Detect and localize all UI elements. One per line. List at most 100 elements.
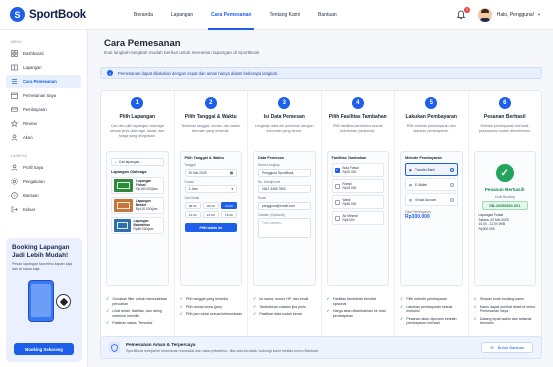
brand[interactable]: S SportBook	[10, 7, 108, 22]
sidebar-item-review[interactable]: Review	[6, 117, 81, 130]
success-text: Pesanan Berhasil!	[484, 187, 525, 192]
payment-method-option[interactable]: ▥ Virtual Account	[405, 193, 458, 206]
field-card[interactable]: Lapangan Futsal Rp150.000/jam	[111, 176, 164, 194]
detail-price: Rp300.000	[478, 226, 495, 231]
booking-now-button[interactable]: Booking Sekarang	[14, 343, 74, 355]
field-name: Lapangan Basket	[135, 199, 151, 207]
list-item: ✓ Pastikan data sudah benar	[253, 311, 303, 317]
sidebar-item-pemesanan-saya[interactable]: Pemesanan Saya	[6, 89, 81, 102]
gear-icon	[11, 178, 18, 185]
sidebar-item-akun[interactable]: Akun	[6, 131, 81, 144]
sidebar-item-dashboard[interactable]: Dashboard	[6, 47, 81, 60]
search-icon: ⌕	[115, 159, 117, 164]
facility-option[interactable]: Wasit Rp50.000	[331, 195, 384, 209]
sidebar-item-profil[interactable]: Profil Saya	[6, 161, 81, 174]
wallet-icon: ▤	[409, 182, 413, 187]
virtual-account-icon: ▥	[409, 197, 413, 202]
date-field[interactable]: 20 Mei 2025 ▦	[184, 168, 237, 177]
list-item: ✓ Pilih metode pembayaran	[400, 296, 448, 301]
main-content: Cara Pemesanan Ikuti langkah-langkah mud…	[88, 30, 553, 367]
field-icon	[11, 64, 18, 71]
email-field[interactable]: pengguna@email.com	[258, 201, 311, 210]
name-field[interactable]: Pengguna SportBook	[258, 168, 311, 177]
field-name: Lapangan Badminton	[133, 219, 151, 227]
mock-facilities: Fasilitas Tambahan ✓ Bola Futsal Rp20.000 …	[326, 151, 389, 286]
step-5: 5 Lakukan Pembayaran Pilih metode pembay…	[395, 91, 469, 354]
nav-cara-pemesanan[interactable]: Cara Pemesanan	[202, 0, 260, 30]
sidebar-item-label: Bantuan	[23, 193, 39, 198]
step-4: 4 Pilih Fasilitas Tambahan Pilih fasilit…	[322, 91, 395, 354]
phone-illustration-icon	[28, 280, 54, 322]
check-icon: ✓	[400, 296, 404, 301]
star-icon	[11, 120, 18, 127]
payment-method-option[interactable]: ▣ Transfer Bank	[405, 163, 458, 176]
sidebar-item-cara-pemesanan[interactable]: Cara Pemesanan	[6, 75, 81, 88]
notification-badge: 3	[463, 6, 470, 13]
nav-beranda[interactable]: Beranda	[125, 0, 162, 30]
booking-detail: Lapangan Futsal Selasa, 20 Mei 2025 10.0…	[479, 213, 532, 231]
facility-option[interactable]: Rompi Rp15.000	[331, 179, 384, 193]
time-slot-selected[interactable]: 10.00	[220, 202, 237, 209]
list-item: ✓ Pilih durasi sewa (jam)	[179, 303, 223, 309]
list-item: ✓ Harga akan ditambahkan ke total pembaya…	[326, 308, 386, 318]
sidebar-item-pembayaran[interactable]: Pembayaran	[6, 103, 81, 116]
list-item: ✓ Gunakan filter untuk memudahkan pencari…	[106, 296, 168, 306]
sidebar-item-bantuan[interactable]: ? Bantuan	[6, 189, 81, 202]
top-header: S SportBook Beranda Lapangan Cara Pemesa…	[0, 0, 553, 30]
facility-option[interactable]: ✓ Bola Futsal Rp20.000	[331, 163, 384, 177]
radio-icon	[449, 182, 454, 187]
list-item: ✓ Isi nama, nomor HP, dan email	[253, 296, 309, 301]
help-icon: ?	[11, 192, 18, 199]
avatar[interactable]	[477, 7, 492, 22]
sidebar-item-label: Dashboard	[23, 51, 44, 56]
nav-tentang-kami[interactable]: Tentang Kami	[260, 0, 309, 30]
facility-option[interactable]: Air Mineral Rp5.000	[331, 211, 384, 225]
list-item: ✓ Pilih tanggal yang tersedia	[179, 296, 229, 301]
booking-code: SB-20250520-001	[481, 201, 528, 210]
sidebar-item-pengaturan[interactable]: Pengaturan	[6, 175, 81, 188]
notification-bell-icon[interactable]: 3	[456, 6, 470, 20]
app: S SportBook Beranda Lapangan Cara Pemesa…	[0, 0, 553, 367]
chevron-down-icon: ▾	[231, 187, 233, 191]
time-slot[interactable]: 09.00	[202, 202, 219, 209]
radio-icon	[449, 197, 454, 202]
time-slot[interactable]: 08.00	[184, 202, 201, 209]
step-number: 1	[131, 97, 144, 109]
sidebar-item-label: Pemesanan Saya	[23, 93, 57, 98]
duration-select[interactable]: 2 Jam ▾	[184, 185, 237, 193]
check-icon: ✓	[400, 303, 404, 309]
sidebar-group-menu: MENU	[11, 40, 22, 44]
field-card[interactable]: Lapangan Basket Rp120.000/jam	[111, 196, 164, 214]
nav-lapangan[interactable]: Lapangan	[162, 0, 202, 30]
user-icon	[11, 164, 18, 171]
choose-time-button[interactable]: Pilih waktu ini	[184, 223, 237, 232]
sidebar-item-keluar[interactable]: Keluar	[6, 203, 81, 216]
time-slot[interactable]: 15.00	[220, 211, 237, 218]
note-label: Catatan (Opsional)	[258, 212, 285, 217]
nav-bantuan[interactable]: Bantuan	[309, 0, 346, 30]
check-icon: ✓	[326, 296, 330, 301]
check-icon: ✓	[106, 296, 110, 301]
promo-card: Booking Lapangan Jadi Lebih Mudah! Pesan…	[6, 238, 82, 362]
chevron-down-icon[interactable]: ▼	[537, 12, 541, 17]
sidebar-item-label: Review	[23, 121, 37, 126]
field-card[interactable]: Lapangan Badminton Rp80.000/jam	[111, 216, 164, 234]
security-desc: SportBook menjamin keamanan transaksi da…	[126, 349, 320, 353]
search-input[interactable]: ⌕ Cari lapangan...	[111, 157, 164, 166]
phone-field[interactable]: 0812 3456 7890	[258, 185, 311, 193]
booking-code-label: Kode Booking	[494, 195, 515, 199]
check-icon: ✓	[253, 311, 257, 317]
time-slot[interactable]: 14.00	[202, 211, 219, 218]
sidebar-item-lapangan[interactable]: Lapangan	[6, 61, 81, 74]
step-bullets: ✓ Pilih tanggal yang tersedia ✓ Pilih dura…	[180, 294, 243, 317]
svg-text:?: ?	[13, 193, 16, 198]
step-6: 6 Pesanan Berhasil Setelah pembayaran be…	[469, 91, 542, 354]
help-button[interactable]: ☏ Butuh Bantuan	[481, 342, 533, 353]
list-item: ✓ Pilih jam mulai sesuai ketersediaan	[179, 311, 243, 317]
user-greeting[interactable]: Halo, Pengguna!	[497, 12, 534, 18]
note-field[interactable]: Tulis catatan...	[258, 218, 311, 238]
step-3: 3 Isi Data Pemesan Lengkapi data diri pe…	[248, 91, 322, 354]
step-1: 1 Pilih Lapangan Cari dan pilih lapangan…	[101, 91, 175, 354]
time-slot[interactable]: 13.00	[184, 211, 201, 218]
payment-method-option[interactable]: ▤ E-Wallet	[405, 178, 458, 191]
